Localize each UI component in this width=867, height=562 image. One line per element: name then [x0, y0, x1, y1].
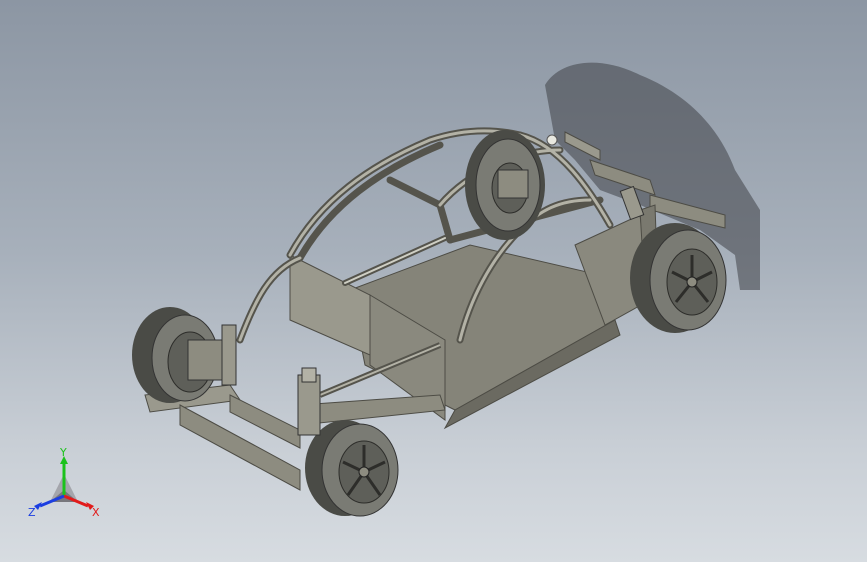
rear-left-wheel: [465, 130, 545, 240]
y-axis-label: Y: [59, 446, 67, 459]
rear-right-wheel: [630, 223, 727, 333]
chassis-model[interactable]: [0, 0, 867, 562]
x-axis-label: X: [92, 506, 100, 519]
front-suspension-upright: [297, 367, 321, 436]
orientation-triad: Y X Z: [28, 446, 100, 519]
3d-viewport[interactable]: Y X Z: [0, 0, 867, 562]
z-axis-label: Z: [28, 506, 36, 519]
